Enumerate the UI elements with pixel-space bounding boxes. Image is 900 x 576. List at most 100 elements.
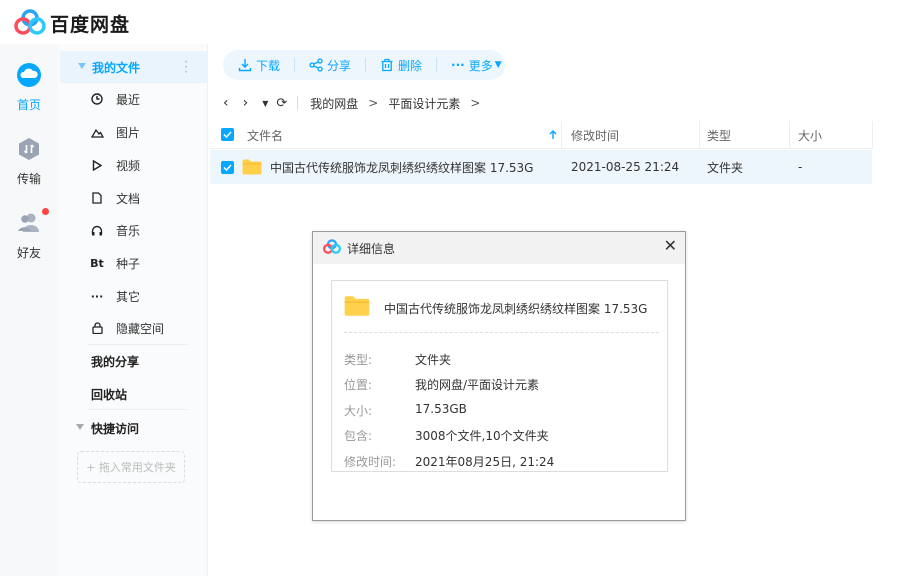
baidu-netdisk-logo-icon [14,9,46,35]
breadcrumb-divider [297,96,299,110]
sidebar-item-label: 种子 [116,256,141,271]
breadcrumb-item-netdisk[interactable]: 我的网盘 [310,95,358,112]
column-divider [699,121,700,149]
forward-icon[interactable]: › [243,95,249,111]
sidebar-item-label: 隐藏空间 [116,321,165,336]
app-title: 百度网盘 [50,14,131,36]
more-button[interactable]: ··· 更多 ▼ [451,57,502,74]
rail-item-transfer[interactable]: 传输 [0,136,58,187]
breadcrumb-item-design[interactable]: 平面设计元素 [388,95,460,112]
baidu-netdisk-logo-icon [323,239,341,254]
rail-item-home[interactable]: 首页 [0,62,58,113]
dialog-title: 详细信息 [347,242,396,256]
more-vertical-icon[interactable]: · · · [184,56,188,78]
sidebar-item-label: 我的分享 [91,354,140,369]
music-icon [90,223,104,237]
download-icon [238,59,252,72]
file-size: - [798,160,803,174]
caret-down-icon: ▼ [494,60,502,70]
sidebar-item-recycle-bin[interactable]: 回收站 [58,378,208,410]
sidebar-item-recent[interactable]: 最近 [58,83,208,115]
rail-label-transfer: 传输 [16,172,41,186]
top-bar: 百度网盘 [0,0,900,44]
folder-icon [242,150,262,184]
column-header-size[interactable]: 大小 [798,121,822,149]
detail-value: 2021年08月25日, 21:24 [415,455,555,469]
sidebar-item-my-files[interactable]: 我的文件 · · · [60,51,208,83]
file-toolbar: 下载 分享 删除 ··· 更多 ▼ [223,50,505,80]
more-label: 更多 [468,58,493,73]
sidebar-item-label: 回收站 [91,387,128,402]
delete-button[interactable]: 删除 [380,57,422,74]
left-rail: 首页 传输 好友 [0,44,58,576]
rail-label-home: 首页 [16,98,41,112]
more-icon: ··· [90,289,104,303]
close-icon[interactable]: ✕ [664,236,677,255]
caret-down-icon [78,63,86,69]
details-card: 中国古代传统服饰龙凤刺绣织绣纹样图案 17.53G 类型: 文件夹 位置: 我的… [331,280,668,472]
sidebar-item-label: 图片 [116,125,141,140]
detail-value: 文件夹 [415,353,452,367]
detail-key: 类型: [344,353,373,367]
sidebar-item-music[interactable]: 音乐 [58,214,208,246]
column-header-type[interactable]: 类型 [707,121,731,149]
details-dialog: 详细信息 ✕ 中国古代传统服饰龙凤刺绣织绣纹样图案 17.53G 类型: 文件夹… [312,231,686,521]
sidebar-item-label: 音乐 [116,223,141,238]
sidebar-item-torrents[interactable]: Bt 种子 [58,247,208,279]
file-table-header: 文件名 修改时间 类型 大小 [210,121,873,149]
column-header-modified[interactable]: 修改时间 [571,121,619,149]
file-modified: 2021-08-25 21:24 [571,160,680,174]
sidebar-item-label: 最近 [116,92,141,107]
drop-folder-zone[interactable]: + 拖入常用文件夹 [77,451,185,483]
cloud-icon [17,63,41,87]
dialog-file-name: 中国古代传统服饰龙凤刺绣织绣纹样图案 17.53G [384,302,648,316]
notification-dot [42,208,49,215]
breadcrumb-separator: > [368,96,379,110]
lock-icon [90,321,104,335]
sidebar-divider [88,409,188,410]
caret-down-icon [76,424,84,430]
download-button[interactable]: 下载 [238,57,280,74]
sidebar-item-my-share[interactable]: 我的分享 [58,345,208,377]
sidebar-item-other[interactable]: ··· 其它 [58,280,208,312]
share-icon [309,58,323,72]
refresh-icon[interactable]: ⟳ [276,96,287,111]
file-type: 文件夹 [707,160,744,175]
sort-ascending-icon[interactable] [549,121,557,149]
sidebar-item-quick-access[interactable]: 快捷访问 [58,412,208,444]
folder-icon [344,296,370,316]
column-header-name[interactable]: 文件名 [247,121,283,149]
sidebar-item-label: 快捷访问 [91,421,140,436]
sidebar-root-label: 我的文件 [92,60,141,75]
history-dropdown-icon[interactable]: ▼ [262,99,268,108]
detail-key: 包含: [344,429,373,443]
sidebar: 我的文件 · · · 最近 图片 视频 文档 音乐 Bt 种子 ··· 其它 隐… [58,44,208,576]
detail-value: 17.53GB [415,402,467,416]
detail-key: 位置: [344,378,373,392]
picture-icon [90,125,104,139]
document-icon [90,191,104,205]
clock-icon [90,92,104,106]
toolbar-separator [294,58,296,72]
delete-label: 删除 [398,58,423,73]
detail-key: 修改时间: [344,455,397,469]
trash-icon [381,58,393,72]
share-label: 分享 [327,58,352,73]
table-row[interactable]: 中国古代传统服饰龙凤刺绣织绣纹样图案 17.53G 2021-08-25 21:… [210,150,872,184]
sidebar-item-documents[interactable]: 文档 [58,182,208,214]
friends-icon [18,213,39,232]
select-all-checkbox[interactable] [221,128,234,141]
sidebar-item-hidden-space[interactable]: 隐藏空间 [58,312,208,344]
toolbar-separator [365,58,367,72]
bt-icon: Bt [90,256,104,270]
file-name[interactable]: 中国古代传统服饰龙凤刺绣织绣纹样图案 17.53G [270,150,533,184]
sidebar-item-pictures[interactable]: 图片 [58,116,208,148]
transfer-icon [19,138,39,160]
sidebar-item-videos[interactable]: 视频 [58,149,208,181]
video-icon [90,158,104,172]
back-icon[interactable]: ‹ [223,95,229,111]
row-checkbox[interactable] [221,161,234,174]
share-button[interactable]: 分享 [309,57,351,74]
rail-item-friends[interactable]: 好友 [0,210,58,261]
detail-value: 3008个文件,10个文件夹 [415,429,549,443]
